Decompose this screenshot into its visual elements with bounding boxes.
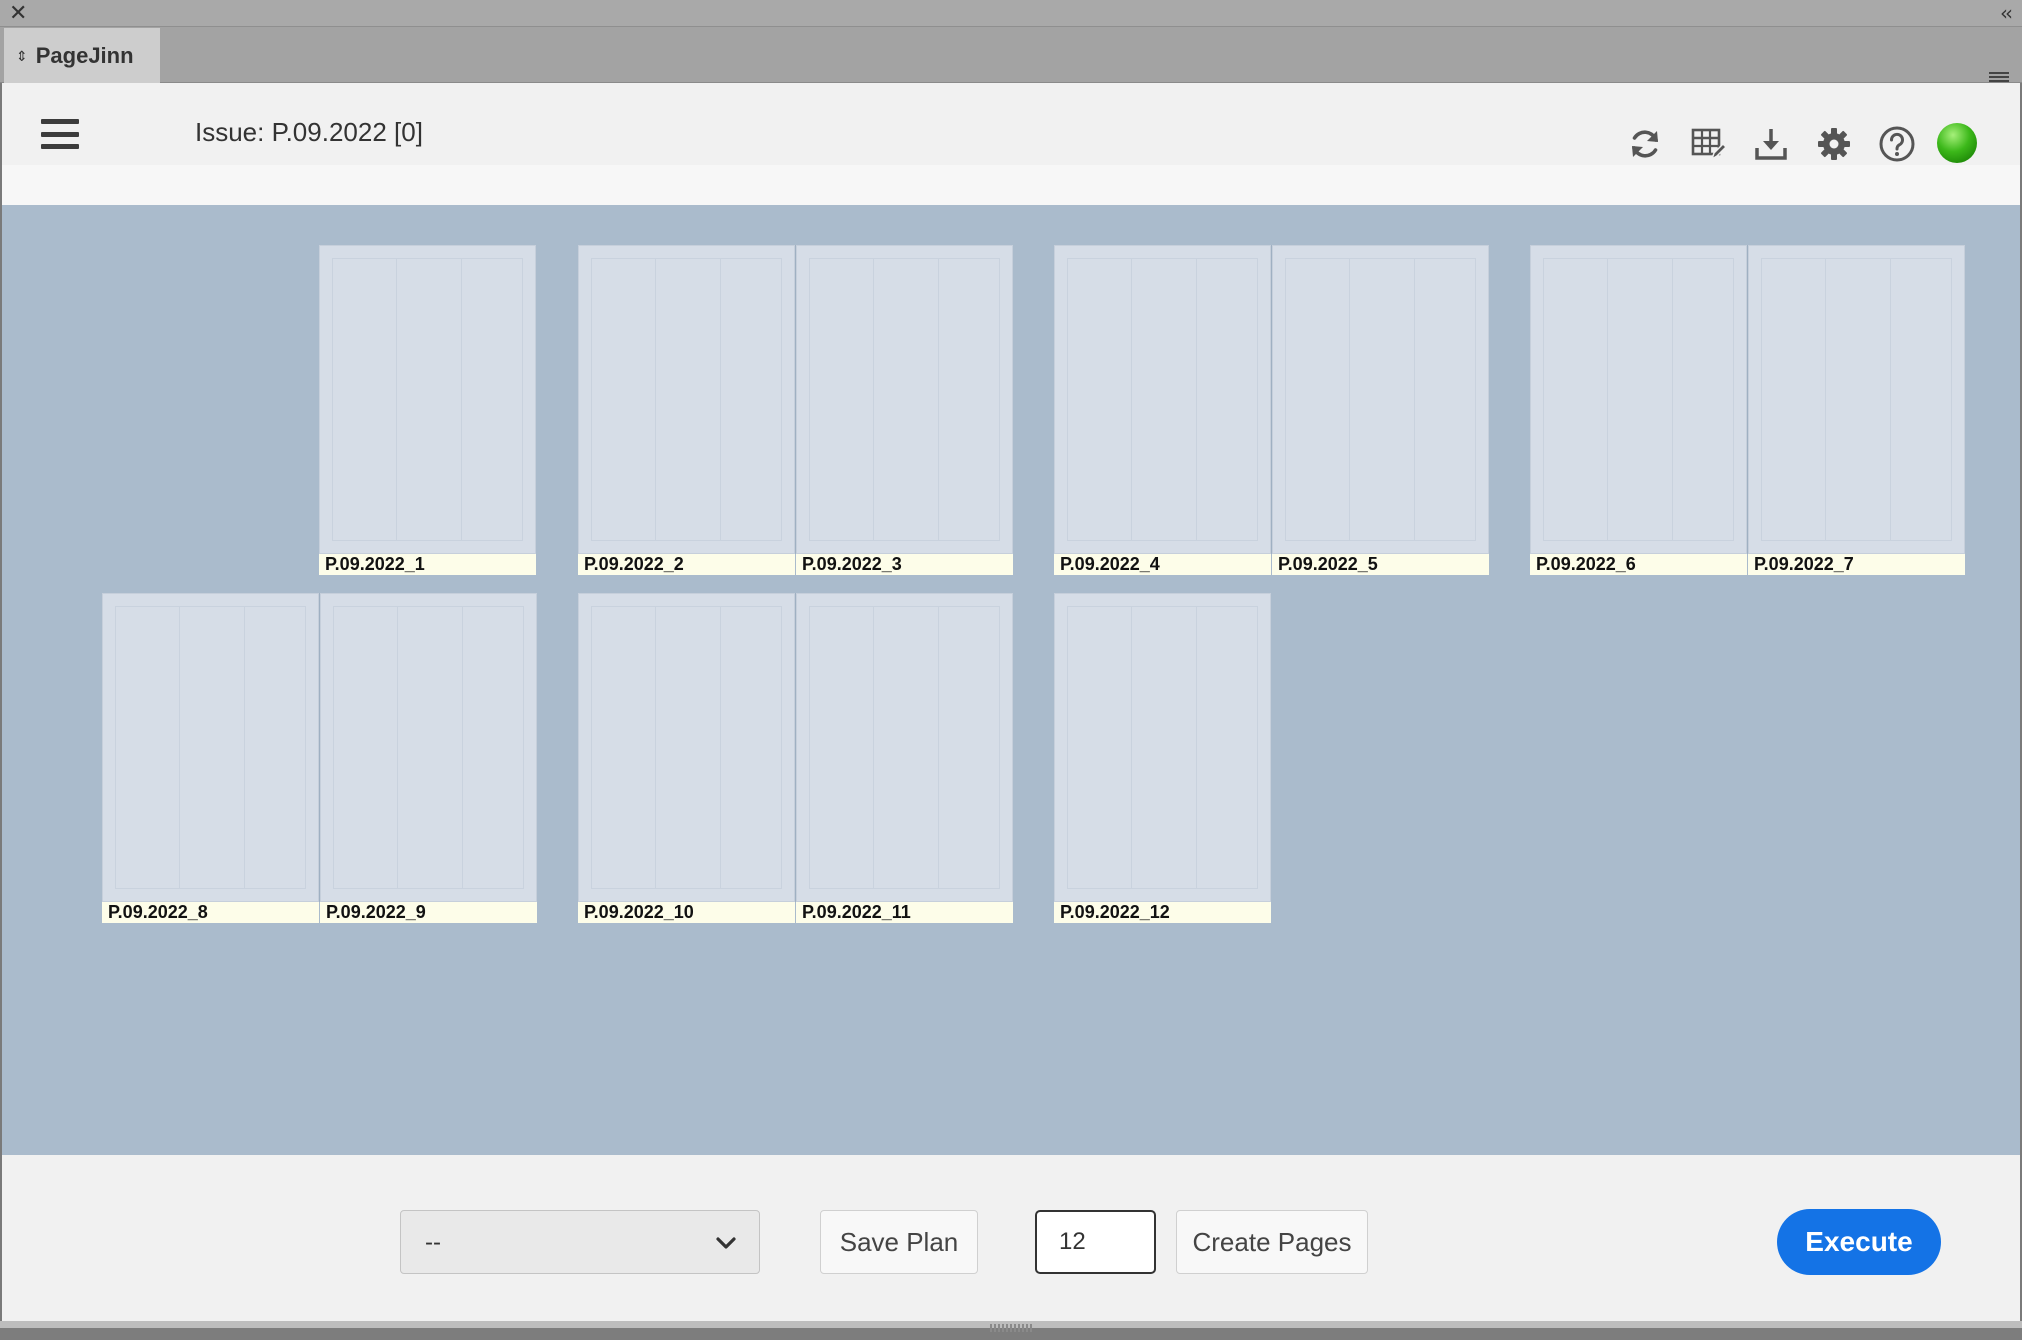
page-count-input[interactable] — [1035, 1210, 1156, 1274]
page-thumbnail[interactable]: P.09.2022_6 — [1530, 245, 1747, 575]
page-label: P.09.2022_7 — [1748, 554, 1965, 575]
page-thumbnail[interactable]: P.09.2022_4 — [1054, 245, 1271, 575]
page-thumbnail[interactable]: P.09.2022_1 — [319, 245, 536, 575]
spread-divider — [1747, 245, 1748, 554]
refresh-icon[interactable] — [1622, 121, 1668, 167]
create-pages-button[interactable]: Create Pages — [1176, 1210, 1368, 1274]
tab-label: PageJinn — [35, 42, 134, 68]
page-thumbnail[interactable]: P.09.2022_11 — [796, 593, 1013, 923]
header-subbar — [2, 165, 2020, 205]
panel-titlebar: ✕ ‹‹ — [0, 0, 2022, 27]
settings-gear-icon[interactable] — [1811, 121, 1857, 167]
page-label: P.09.2022_11 — [796, 902, 1013, 923]
save-plan-button[interactable]: Save Plan — [820, 1210, 978, 1274]
page-thumbnail[interactable]: P.09.2022_8 — [102, 593, 319, 923]
page-thumbnail[interactable]: P.09.2022_7 — [1748, 245, 1965, 575]
page-plan-canvas: P.09.2022_1 P.09.2022_2 P.09.2022_3 P.09… — [2, 205, 2020, 1155]
header: Issue: P.09.2022 [0] — [2, 83, 2020, 205]
page-thumbnail[interactable]: P.09.2022_12 — [1054, 593, 1271, 923]
resize-grip-handle[interactable] — [990, 1324, 1032, 1332]
panel-resize-bar — [0, 1321, 2022, 1340]
page-thumbnail[interactable]: P.09.2022_2 — [578, 245, 795, 575]
page-label: P.09.2022_12 — [1054, 902, 1271, 923]
page-thumbnail[interactable]: P.09.2022_3 — [796, 245, 1013, 575]
plan-select-value: -- — [425, 1229, 441, 1256]
page-thumbnail[interactable]: P.09.2022_10 — [578, 593, 795, 923]
page-label: P.09.2022_5 — [1272, 554, 1489, 575]
page-label: P.09.2022_1 — [319, 554, 536, 575]
collapse-panel-icon[interactable]: ‹‹ — [2000, 0, 2013, 26]
spread-divider — [795, 593, 796, 902]
issue-title: Issue: P.09.2022 [0] — [195, 117, 423, 147]
panel-tabbar: ⇕ PageJinn — [0, 27, 2022, 86]
plugin-content: Issue: P.09.2022 [0] P.09.2022_1 P.09.20… — [2, 83, 2020, 1321]
tab-sort-icon: ⇕ — [16, 47, 28, 64]
spread-divider — [795, 245, 796, 554]
close-icon[interactable]: ✕ — [9, 1, 27, 27]
page-label: P.09.2022_3 — [796, 554, 1013, 575]
page-thumbnail[interactable]: P.09.2022_9 — [320, 593, 537, 923]
execute-button[interactable]: Execute — [1777, 1209, 1941, 1275]
edit-grid-icon[interactable] — [1685, 121, 1731, 167]
tab-pagejinn[interactable]: ⇕ PageJinn — [4, 28, 160, 83]
hamburger-menu-icon[interactable] — [41, 119, 79, 149]
page-label: P.09.2022_9 — [320, 902, 537, 923]
page-label: P.09.2022_6 — [1530, 554, 1747, 575]
chevron-down-icon — [716, 1237, 736, 1249]
spread-divider — [1271, 245, 1272, 554]
help-icon[interactable] — [1874, 121, 1920, 167]
page-label: P.09.2022_8 — [102, 902, 319, 923]
page-label: P.09.2022_4 — [1054, 554, 1271, 575]
download-icon[interactable] — [1748, 121, 1794, 167]
page-thumbnail[interactable]: P.09.2022_5 — [1272, 245, 1489, 575]
page-label: P.09.2022_10 — [578, 902, 795, 923]
page-label: P.09.2022_2 — [578, 554, 795, 575]
spread-divider — [319, 593, 320, 902]
footer: -- Save Plan Create Pages Execute — [2, 1155, 2020, 1321]
connection-status-indicator — [1937, 123, 1977, 163]
plan-select[interactable]: -- — [400, 1210, 760, 1274]
